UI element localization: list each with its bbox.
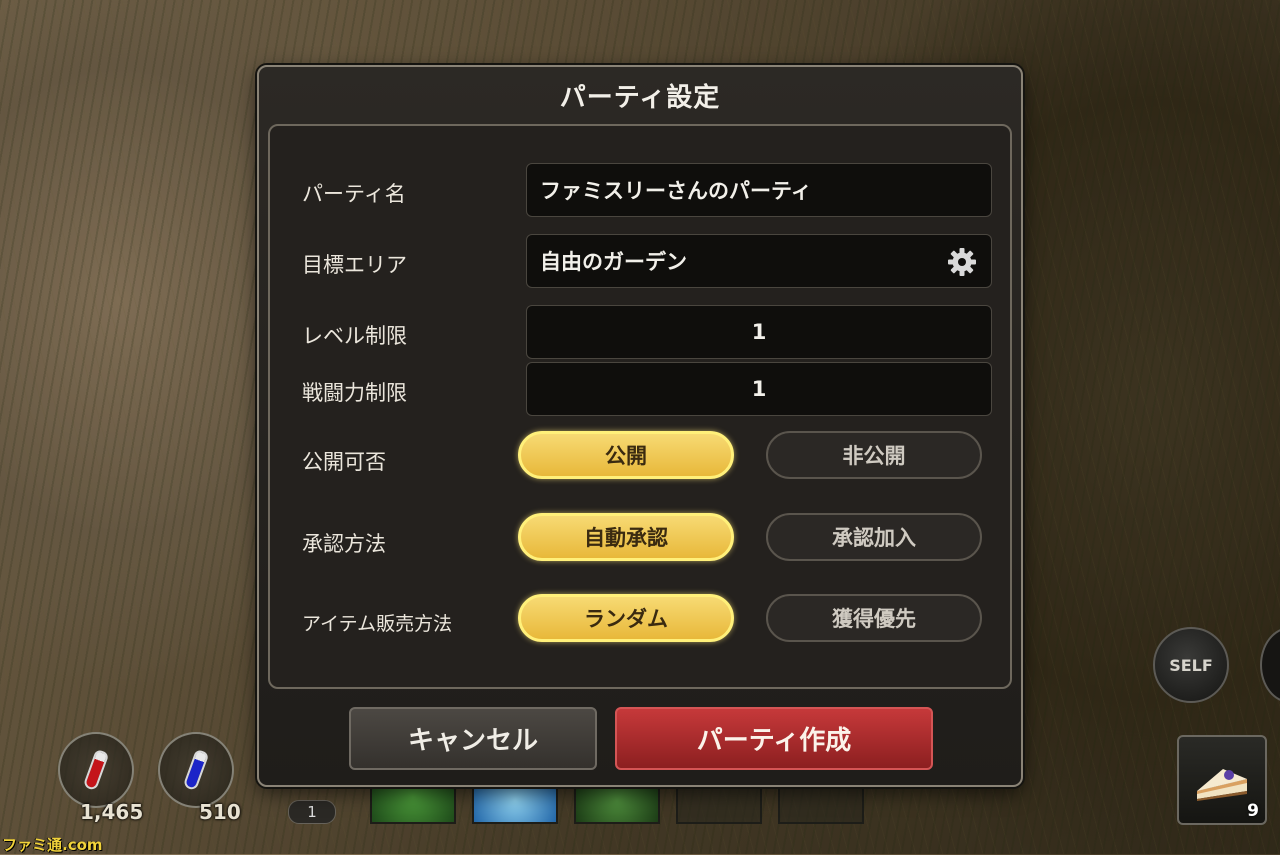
watermark-logo: ファミ通.com: [2, 836, 103, 854]
hp-potion-count: 1,465: [80, 800, 144, 824]
gear-icon[interactable]: [947, 247, 977, 277]
target-area-label: 目標エリア: [302, 253, 407, 277]
power-limit-label: 戦闘力制限: [302, 381, 407, 405]
skill-slot-5[interactable]: [778, 784, 864, 824]
approval-manual-option[interactable]: 承認加入: [766, 513, 982, 561]
cheesecake-icon: [1197, 769, 1247, 801]
item-sale-label: アイテム販売方法: [302, 613, 453, 635]
target-area-value: 自由のガーデン: [540, 250, 687, 274]
blue-potion-icon: [182, 748, 210, 792]
visibility-label: 公開可否: [302, 450, 386, 474]
party-name-label: パーティ名: [302, 182, 406, 206]
create-party-button[interactable]: パーティ作成: [615, 707, 933, 770]
mp-potion-count: 510: [199, 800, 241, 824]
skill-slot-2[interactable]: [472, 784, 558, 824]
quick-item-slot[interactable]: 9: [1177, 735, 1267, 825]
skill-slot-1[interactable]: [370, 784, 456, 824]
level-limit-input[interactable]: 1: [526, 305, 992, 359]
party-name-input[interactable]: ファミスリーさんのパーティ: [526, 163, 992, 217]
item-sale-priority-option[interactable]: 獲得優先: [766, 594, 982, 642]
target-area-field[interactable]: 自由のガーデン: [526, 234, 992, 288]
skill-slot-4[interactable]: [676, 784, 762, 824]
power-limit-input[interactable]: 1: [526, 362, 992, 416]
approval-auto-option[interactable]: 自動承認: [518, 513, 734, 561]
skill-slot-3[interactable]: [574, 784, 660, 824]
self-target-button[interactable]: SELF: [1153, 627, 1229, 703]
skill-slot-number: 1: [288, 800, 336, 824]
approval-label: 承認方法: [302, 532, 386, 556]
hp-potion-slot[interactable]: [58, 732, 134, 808]
visibility-public-option[interactable]: 公開: [518, 431, 734, 479]
level-limit-label: レベル制限: [302, 324, 407, 348]
party-settings-dialog: パーティ設定 パーティ名 ファミスリーさんのパーティ 目標エリア 自由のガーデン: [257, 65, 1023, 787]
mp-potion-slot[interactable]: [158, 732, 234, 808]
item-sale-random-option[interactable]: ランダム: [518, 594, 734, 642]
visibility-private-option[interactable]: 非公開: [766, 431, 982, 479]
cancel-button[interactable]: キャンセル: [349, 707, 597, 770]
dialog-title: パーティ設定: [559, 83, 721, 113]
item-count: 9: [1247, 801, 1259, 821]
red-potion-icon: [82, 748, 110, 792]
settings-panel: パーティ名 ファミスリーさんのパーティ 目標エリア 自由のガーデン レベル制限 …: [268, 124, 1012, 689]
